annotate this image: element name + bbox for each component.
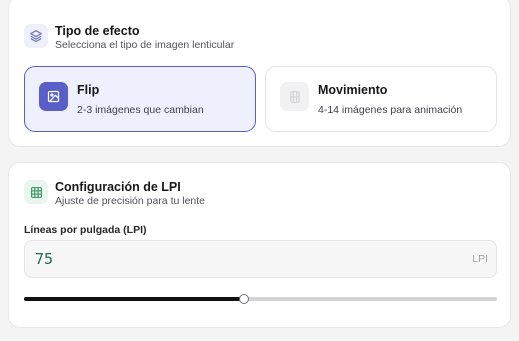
effect-section-subtitle: Selecciona el tipo de imagen lenticular [55,39,235,51]
movimiento-option-description: 4-14 imágenes para animación [318,104,463,116]
lpi-unit-label: LPI [472,253,488,265]
lpi-field-label: Líneas por pulgada (LPI) [24,224,147,236]
grid-icon [24,180,48,204]
lpi-section-subtitle: Ajuste de precisión para tu lente [55,195,206,207]
flip-option-title: Flip [77,83,100,97]
film-icon [280,82,309,111]
lpi-input[interactable]: 75 LPI [24,240,497,278]
lpi-config-card: Configuración de LPI Ajuste de precisión… [8,162,511,328]
slider-thumb[interactable] [238,294,249,304]
layers-icon [24,24,48,48]
effect-option-movimiento[interactable]: Movimiento 4-14 imágenes para animación [265,66,497,132]
movimiento-option-title: Movimiento [318,83,388,97]
effect-type-card: Tipo de efecto Selecciona el tipo de ima… [8,0,511,147]
effect-section-title: Tipo de efecto [55,24,140,38]
effect-option-flip[interactable]: Flip 2-3 imágenes que cambian [24,66,256,132]
lpi-section-title: Configuración de LPI [55,180,181,194]
flip-option-description: 2-3 imágenes que cambian [77,104,204,116]
flip-image-icon [39,82,68,111]
slider-fill [24,297,244,301]
lpi-slider[interactable] [24,292,497,306]
lpi-value: 75 [35,250,54,268]
